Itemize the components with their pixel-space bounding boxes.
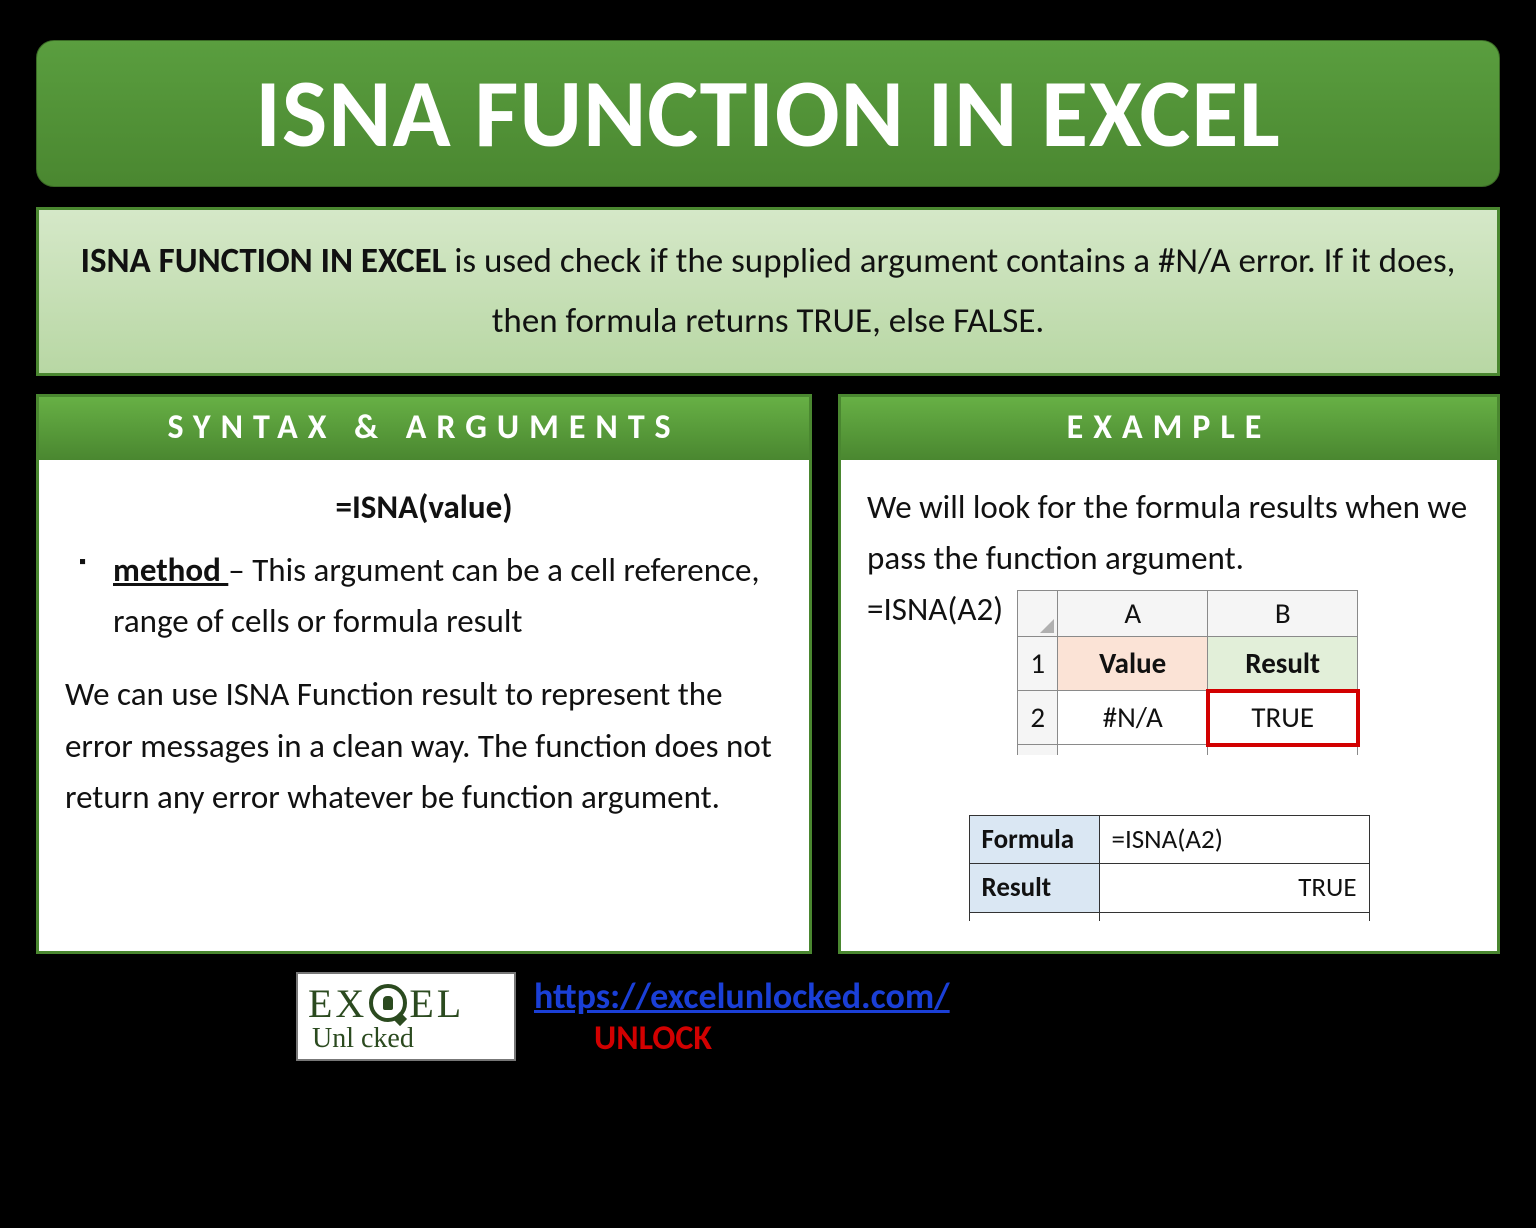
description-box: ISNA FUNCTION IN EXCEL is used check if … — [36, 207, 1500, 376]
argument-list: method – This argument can be a cell ref… — [65, 545, 783, 647]
grid-col-b: B — [1208, 591, 1358, 637]
magnifier-lock-icon — [369, 984, 407, 1022]
grid-row-2: 2 — [1018, 691, 1058, 745]
description-text: is used check if the supplied argument c… — [446, 240, 1455, 342]
logo-text-2: EL — [409, 980, 464, 1027]
syntax-column: SYNTAX & ARGUMENTS =ISNA(value) method –… — [36, 394, 812, 954]
logo: EX EL Unl cked — [296, 972, 516, 1061]
page-title: ISNA FUNCTION IN EXCEL — [67, 55, 1469, 172]
logo-bottom-text: Unl cked — [308, 1023, 504, 1055]
grid-header-value: Value — [1058, 637, 1208, 691]
formula-table-trailing-2 — [1099, 913, 1369, 921]
grid-cell-a2: #N/A — [1058, 691, 1208, 745]
argument-name: method — [113, 550, 228, 590]
footer-link[interactable]: https://excelunlocked.com/ — [534, 974, 950, 1018]
title-bar: ISNA FUNCTION IN EXCEL — [36, 40, 1500, 187]
syntax-formula: =ISNA(value) — [65, 482, 783, 533]
grid-trailing-a — [1058, 745, 1208, 755]
footer-unlock: UNLOCK — [534, 1018, 950, 1059]
formula-label: Formula — [969, 815, 1099, 864]
example-row: =ISNA(A2) A B 1 Value Result 2 #N/A — [867, 584, 1471, 754]
grid-trailing-b — [1208, 745, 1358, 755]
formula-table-trailing-1 — [969, 913, 1099, 921]
grid-row-1: 1 — [1018, 637, 1058, 691]
syntax-note: We can use ISNA Function result to repre… — [65, 669, 783, 822]
example-intro: We will look for the formula results whe… — [867, 482, 1471, 584]
example-formula-used: =ISNA(A2) — [867, 584, 1003, 635]
syntax-header: SYNTAX & ARGUMENTS — [39, 397, 809, 460]
grid-col-a: A — [1058, 591, 1208, 637]
formula-result-table: Formula =ISNA(A2) Result TRUE — [969, 815, 1370, 921]
footer: EX EL Unl cked https://excelunlocked.com… — [36, 972, 1500, 1061]
description-bold: ISNA FUNCTION IN EXCEL — [81, 240, 447, 282]
result-value: TRUE — [1099, 864, 1369, 913]
syntax-body: =ISNA(value) method – This argument can … — [39, 460, 809, 951]
example-body: We will look for the formula results whe… — [841, 460, 1497, 951]
example-column: EXAMPLE We will look for the formula res… — [838, 394, 1500, 954]
result-label: Result — [969, 864, 1099, 913]
grid-cell-b2: TRUE — [1208, 691, 1358, 745]
grid-trailing-rowhdr — [1018, 745, 1058, 755]
logo-text-1: EX — [308, 980, 367, 1027]
argument-item: method – This argument can be a cell ref… — [71, 545, 783, 647]
example-header: EXAMPLE — [841, 397, 1497, 460]
logo-top-text: EX EL — [308, 980, 504, 1027]
excel-grid: A B 1 Value Result 2 #N/A TRUE — [1017, 590, 1358, 754]
formula-value: =ISNA(A2) — [1099, 815, 1369, 864]
footer-text: https://excelunlocked.com/ UNLOCK — [534, 974, 950, 1059]
grid-corner-icon — [1018, 591, 1058, 637]
columns-container: SYNTAX & ARGUMENTS =ISNA(value) method –… — [36, 394, 1500, 954]
grid-header-result: Result — [1208, 637, 1358, 691]
